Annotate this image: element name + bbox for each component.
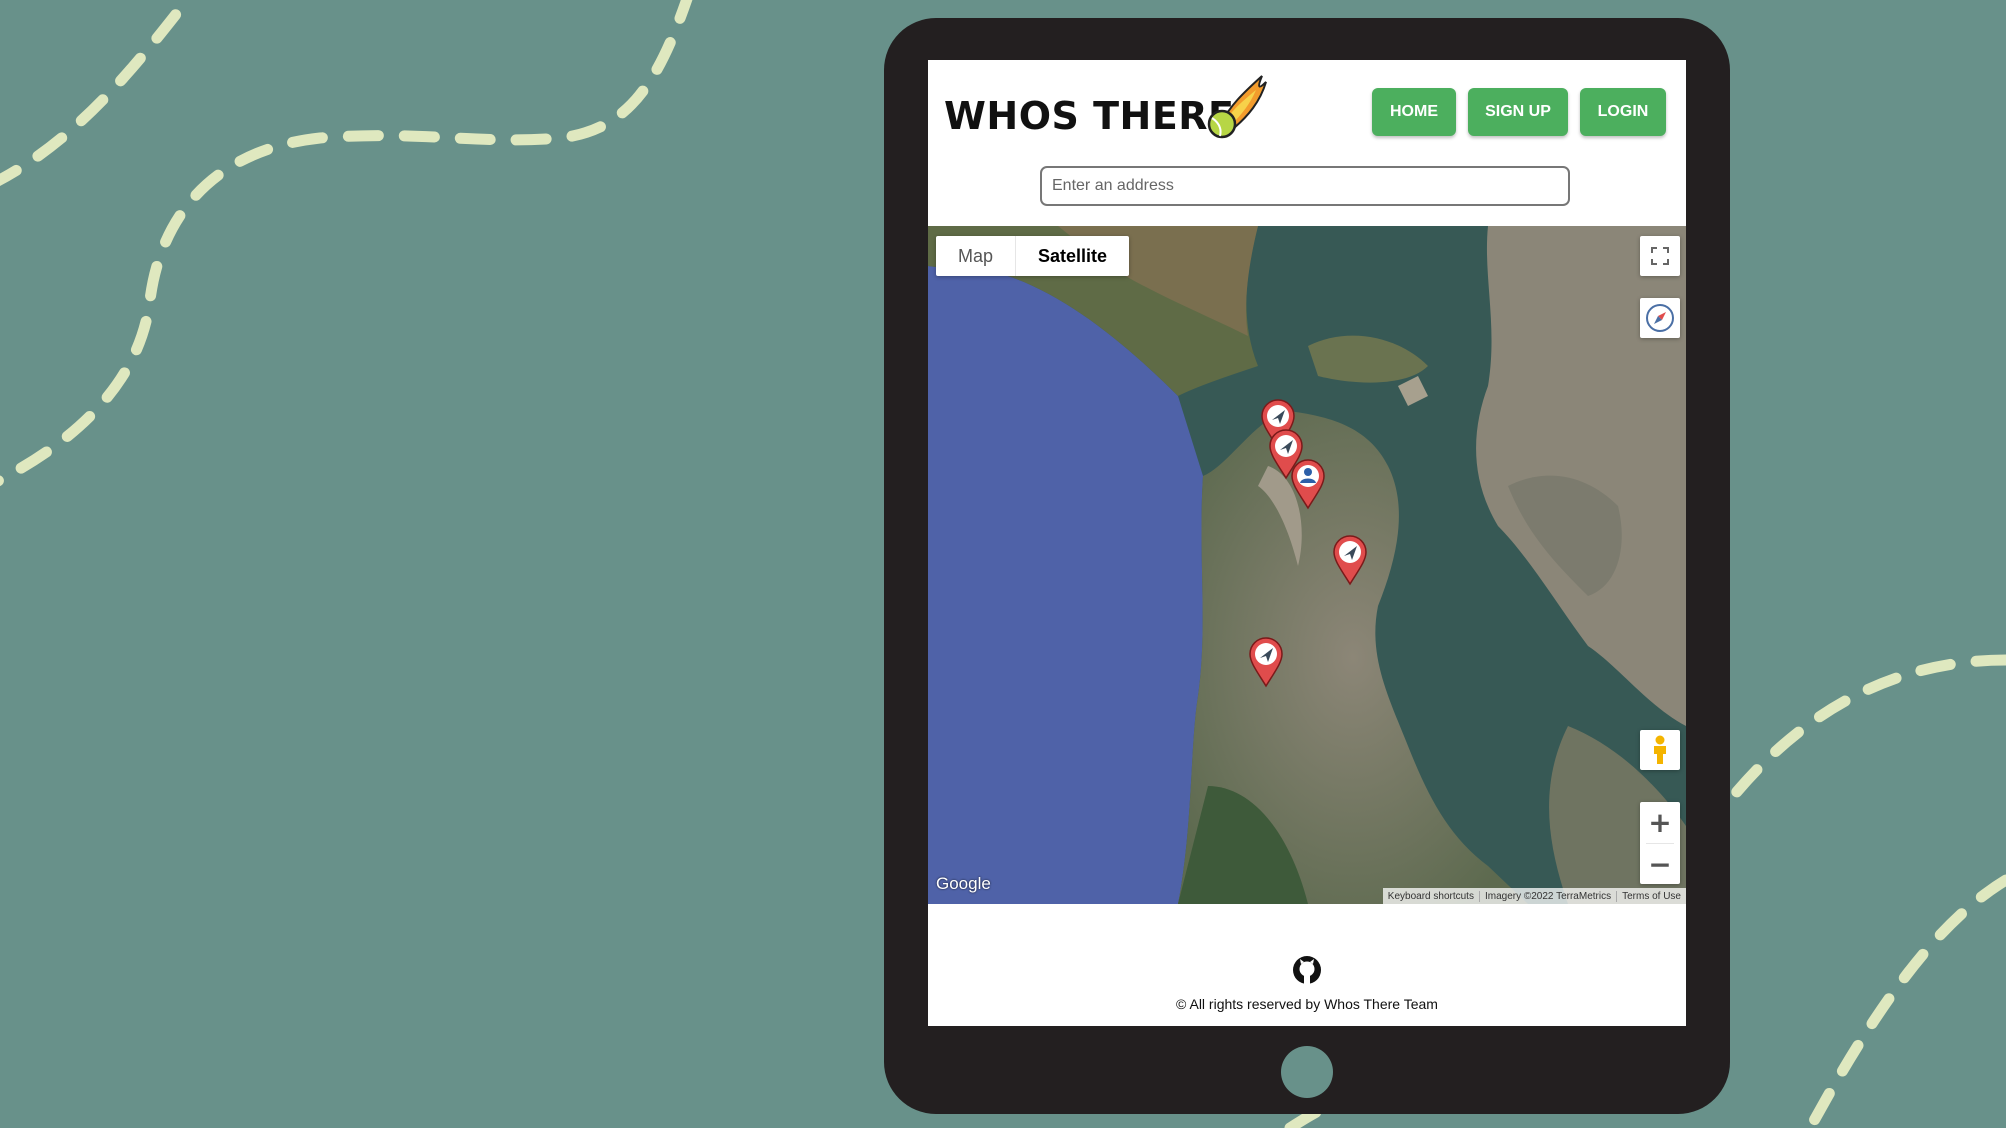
login-button[interactable]: LOGIN bbox=[1580, 88, 1666, 136]
send-arrow-marker-icon[interactable] bbox=[1330, 534, 1370, 586]
map-attribution: Keyboard shortcuts Imagery ©2022 TerraMe… bbox=[1382, 888, 1686, 904]
map-type-control: Map Satellite bbox=[936, 236, 1130, 276]
satellite-imagery bbox=[928, 226, 1686, 904]
tablet-home-button bbox=[1281, 1046, 1333, 1098]
compass-icon bbox=[1646, 304, 1674, 332]
sign-up-button[interactable]: SIGN UP bbox=[1468, 88, 1568, 136]
footer-copyright: © All rights reserved by Whos There Team bbox=[1176, 996, 1438, 1012]
zoom-in-button[interactable]: + bbox=[1640, 802, 1680, 843]
fullscreen-button[interactable] bbox=[1640, 236, 1680, 276]
fullscreen-icon bbox=[1651, 247, 1669, 265]
map-type-satellite-button[interactable]: Satellite bbox=[1015, 236, 1129, 276]
imagery-credit: Imagery ©2022 TerraMetrics bbox=[1478, 890, 1616, 902]
app-screen: WHOS THERE HOME SIGN UP LOGIN Enter an a… bbox=[928, 60, 1686, 1026]
keyboard-shortcuts-link[interactable]: Keyboard shortcuts bbox=[1383, 891, 1479, 902]
user-location-marker-icon[interactable] bbox=[1288, 458, 1328, 510]
pegman-icon bbox=[1654, 735, 1666, 764]
flaming-ball-logo-icon bbox=[1207, 75, 1267, 139]
brand-title: WHOS THERE bbox=[944, 94, 1235, 138]
google-logo: Google bbox=[936, 874, 991, 893]
github-icon[interactable] bbox=[1291, 954, 1323, 986]
zoom-control: + − bbox=[1640, 802, 1680, 884]
zoom-out-button[interactable]: − bbox=[1640, 844, 1680, 885]
map-view[interactable]: Map Satellite + − Google Keyboard shortc… bbox=[928, 226, 1686, 904]
address-search-input[interactable] bbox=[1040, 166, 1570, 206]
terms-of-use-link[interactable]: Terms of Use bbox=[1616, 890, 1686, 902]
compass-button[interactable] bbox=[1640, 298, 1680, 338]
map-type-map-button[interactable]: Map bbox=[936, 236, 1015, 276]
street-view-button[interactable] bbox=[1640, 730, 1680, 770]
home-button[interactable]: HOME bbox=[1372, 88, 1456, 136]
send-arrow-marker-icon[interactable] bbox=[1246, 636, 1286, 688]
